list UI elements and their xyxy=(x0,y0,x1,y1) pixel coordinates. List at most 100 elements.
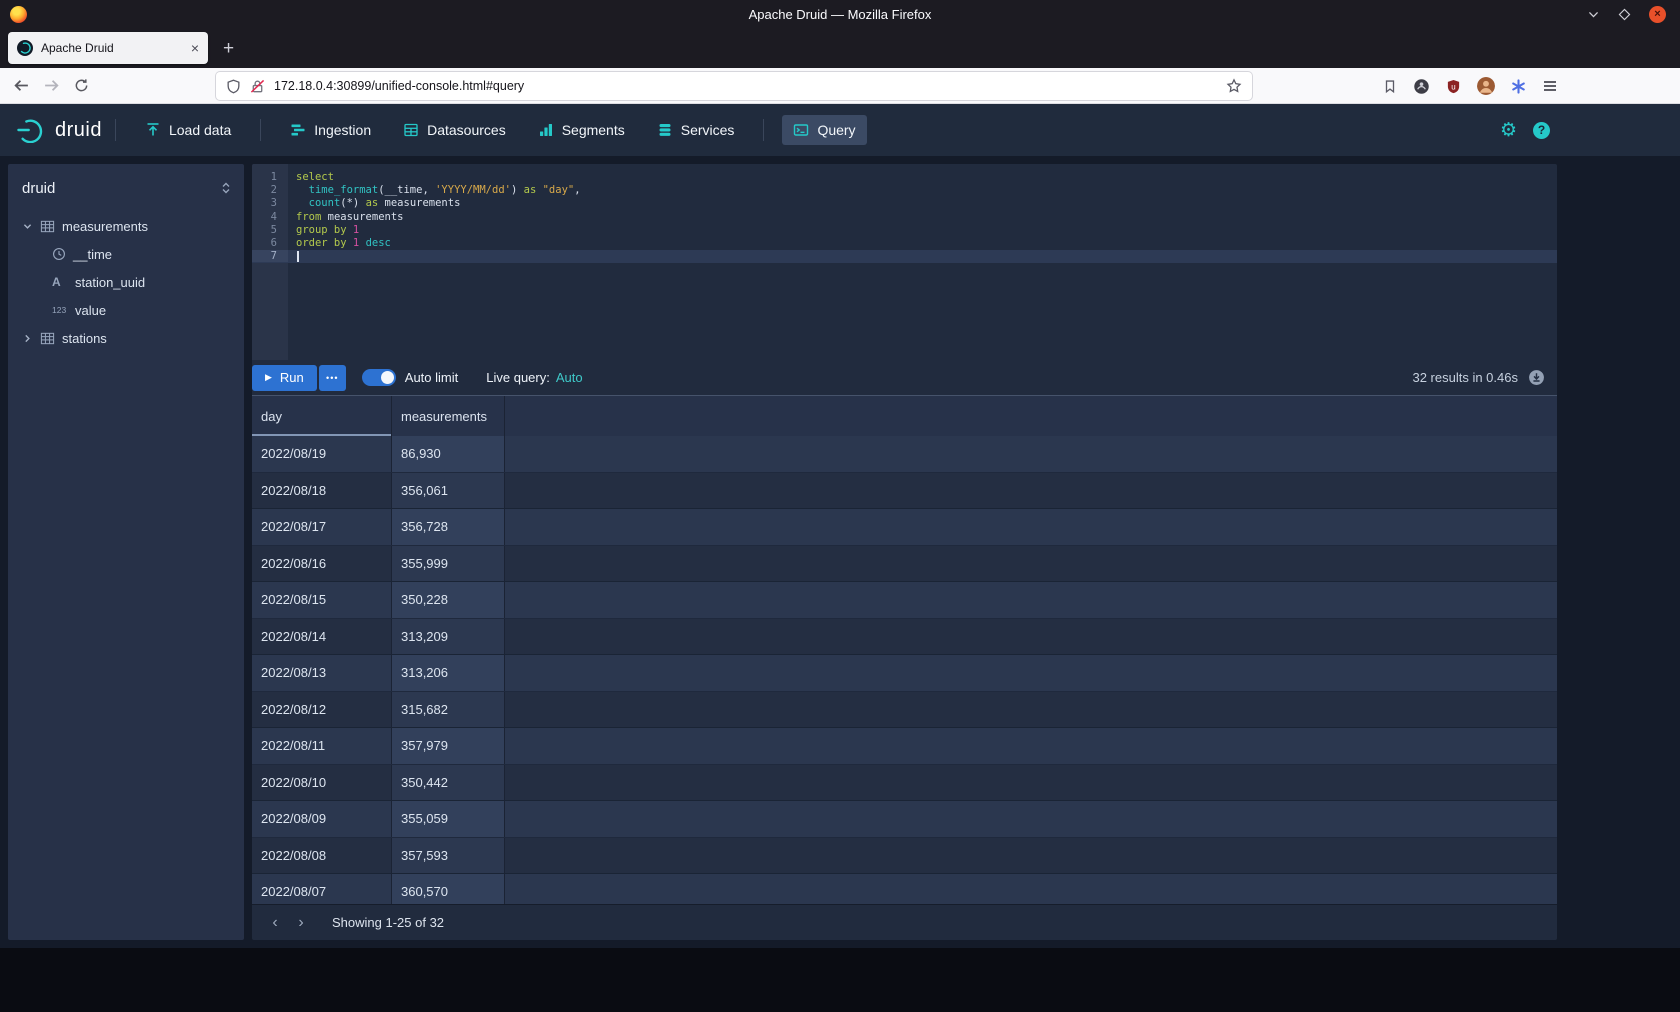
table-row[interactable]: 2022/08/08357,593 xyxy=(252,838,1557,875)
chevron-down-icon[interactable] xyxy=(22,221,33,232)
editor-line-1[interactable]: 1select xyxy=(252,170,1557,183)
cell-measurements[interactable]: 356,728 xyxy=(392,509,505,545)
pagination-footer: ‹ › Showing 1-25 of 32 xyxy=(252,904,1557,940)
cell-day[interactable]: 2022/08/16 xyxy=(252,546,392,582)
cell-day[interactable]: 2022/08/15 xyxy=(252,582,392,618)
reload-button[interactable] xyxy=(66,71,96,101)
column-header-measurements[interactable]: measurements xyxy=(392,396,505,436)
profile-avatar[interactable] xyxy=(1477,77,1495,95)
editor-line-6[interactable]: 6order by 1 desc xyxy=(252,236,1557,249)
new-tab-button[interactable]: + xyxy=(223,39,234,58)
auto-limit-label: Auto limit xyxy=(405,370,458,385)
url-bar[interactable]: 172.18.0.4:30899/unified-console.html#qu… xyxy=(216,72,1252,100)
cell-measurements[interactable]: 360,570 xyxy=(392,874,505,904)
tree-item-value[interactable]: 123value xyxy=(22,296,244,324)
cell-measurements[interactable]: 357,593 xyxy=(392,838,505,874)
cell-measurements[interactable]: 313,209 xyxy=(392,619,505,655)
sql-editor[interactable]: 1select2 time_format(__time, 'YYYY/MM/dd… xyxy=(252,164,1557,360)
cell-day[interactable]: 2022/08/17 xyxy=(252,509,392,545)
row-filler xyxy=(505,436,1557,472)
table-row[interactable]: 2022/08/16355,999 xyxy=(252,546,1557,583)
window-maximize-icon[interactable] xyxy=(1618,8,1631,21)
cell-day[interactable]: 2022/08/18 xyxy=(252,473,392,509)
cell-day[interactable]: 2022/08/19 xyxy=(252,436,392,472)
cell-day[interactable]: 2022/08/08 xyxy=(252,838,392,874)
browser-tab[interactable]: Apache Druid × xyxy=(8,32,208,64)
download-results-icon[interactable] xyxy=(1528,369,1545,386)
extension-asterisk-icon[interactable] xyxy=(1511,79,1526,94)
url-text[interactable]: 172.18.0.4:30899/unified-console.html#qu… xyxy=(274,79,1217,93)
table-row[interactable]: 2022/08/11357,979 xyxy=(252,728,1557,765)
table-row[interactable]: 2022/08/18356,061 xyxy=(252,473,1557,510)
cell-measurements[interactable]: 356,061 xyxy=(392,473,505,509)
editor-line-5[interactable]: 5group by 1 xyxy=(252,223,1557,236)
cell-day[interactable]: 2022/08/10 xyxy=(252,765,392,801)
bookmark-flag-icon[interactable] xyxy=(1383,79,1397,94)
next-page-button[interactable]: › xyxy=(288,915,314,931)
tree-item---time[interactable]: __time xyxy=(22,240,244,268)
tab-close-icon[interactable]: × xyxy=(191,41,199,55)
table-row[interactable]: 2022/08/17356,728 xyxy=(252,509,1557,546)
window-minimize-icon[interactable] xyxy=(1587,8,1600,21)
menu-hamburger-icon[interactable] xyxy=(1542,78,1558,94)
tree-item-station-uuid[interactable]: Astation_uuid xyxy=(22,268,244,296)
schema-selector[interactable]: druid xyxy=(22,176,244,200)
nav-datasources[interactable]: Datasources xyxy=(392,115,517,145)
auto-limit-toggle[interactable] xyxy=(362,369,396,386)
forward-button[interactable] xyxy=(36,71,66,101)
cell-measurements[interactable]: 355,059 xyxy=(392,801,505,837)
browser-toolbar: 172.18.0.4:30899/unified-console.html#qu… xyxy=(0,68,1680,104)
query-view: 1select2 time_format(__time, 'YYYY/MM/dd… xyxy=(252,164,1557,940)
cell-measurements[interactable]: 313,206 xyxy=(392,655,505,691)
druid-logo[interactable]: druid xyxy=(16,117,102,143)
account-icon[interactable] xyxy=(1413,78,1430,95)
live-query-value[interactable]: Auto xyxy=(556,370,583,385)
cell-day[interactable]: 2022/08/07 xyxy=(252,874,392,904)
tree-item-measurements[interactable]: measurements xyxy=(22,212,244,240)
run-button[interactable]: ▶ Run xyxy=(252,365,317,391)
ublock-extension-icon[interactable]: u xyxy=(1446,79,1461,94)
cell-day[interactable]: 2022/08/13 xyxy=(252,655,392,691)
cell-measurements[interactable]: 86,930 xyxy=(392,436,505,472)
cell-measurements[interactable]: 350,228 xyxy=(392,582,505,618)
window-title: Apache Druid — Mozilla Firefox xyxy=(0,7,1680,22)
table-row[interactable]: 2022/08/1986,930 xyxy=(252,436,1557,473)
cell-measurements[interactable]: 350,442 xyxy=(392,765,505,801)
nav-services[interactable]: Services xyxy=(646,115,746,145)
cell-measurements[interactable]: 315,682 xyxy=(392,692,505,728)
table-row[interactable]: 2022/08/14313,209 xyxy=(252,619,1557,656)
double-caret-icon[interactable] xyxy=(220,182,232,194)
chevron-right-icon[interactable] xyxy=(22,333,33,344)
editor-line-4[interactable]: 4from measurements xyxy=(252,210,1557,223)
cell-day[interactable]: 2022/08/11 xyxy=(252,728,392,764)
cell-day[interactable]: 2022/08/14 xyxy=(252,619,392,655)
nav-segments[interactable]: Segments xyxy=(527,115,636,145)
table-row[interactable]: 2022/08/07360,570 xyxy=(252,874,1557,904)
tree-item-stations[interactable]: stations xyxy=(22,324,244,352)
insecure-lock-icon[interactable] xyxy=(250,79,265,94)
window-close-button[interactable]: × xyxy=(1649,6,1666,23)
editor-line-3[interactable]: 3 count(*) as measurements xyxy=(252,197,1557,210)
table-row[interactable]: 2022/08/13313,206 xyxy=(252,655,1557,692)
cell-measurements[interactable]: 355,999 xyxy=(392,546,505,582)
help-icon[interactable]: ? xyxy=(1533,122,1550,139)
table-row[interactable]: 2022/08/12315,682 xyxy=(252,692,1557,729)
table-row[interactable]: 2022/08/09355,059 xyxy=(252,801,1557,838)
run-more-button[interactable]: ••• xyxy=(319,365,346,391)
table-row[interactable]: 2022/08/15350,228 xyxy=(252,582,1557,619)
prev-page-button[interactable]: ‹ xyxy=(262,915,288,931)
nav-load-data[interactable]: Load data xyxy=(134,115,242,145)
table-row[interactable]: 2022/08/10350,442 xyxy=(252,765,1557,802)
back-button[interactable] xyxy=(6,71,36,101)
nav-ingestion[interactable]: Ingestion xyxy=(279,115,382,145)
tracking-protection-shield-icon[interactable] xyxy=(226,79,241,94)
cell-measurements[interactable]: 357,979 xyxy=(392,728,505,764)
bookmark-star-icon[interactable] xyxy=(1226,78,1242,94)
settings-gear-icon[interactable]: ⚙ xyxy=(1500,121,1517,140)
cell-day[interactable]: 2022/08/12 xyxy=(252,692,392,728)
cell-day[interactable]: 2022/08/09 xyxy=(252,801,392,837)
nav-query[interactable]: Query xyxy=(782,115,866,145)
editor-line-7[interactable]: 7 xyxy=(252,250,1557,263)
column-header-day[interactable]: day xyxy=(252,396,392,436)
editor-line-2[interactable]: 2 time_format(__time, 'YYYY/MM/dd') as "… xyxy=(252,183,1557,196)
